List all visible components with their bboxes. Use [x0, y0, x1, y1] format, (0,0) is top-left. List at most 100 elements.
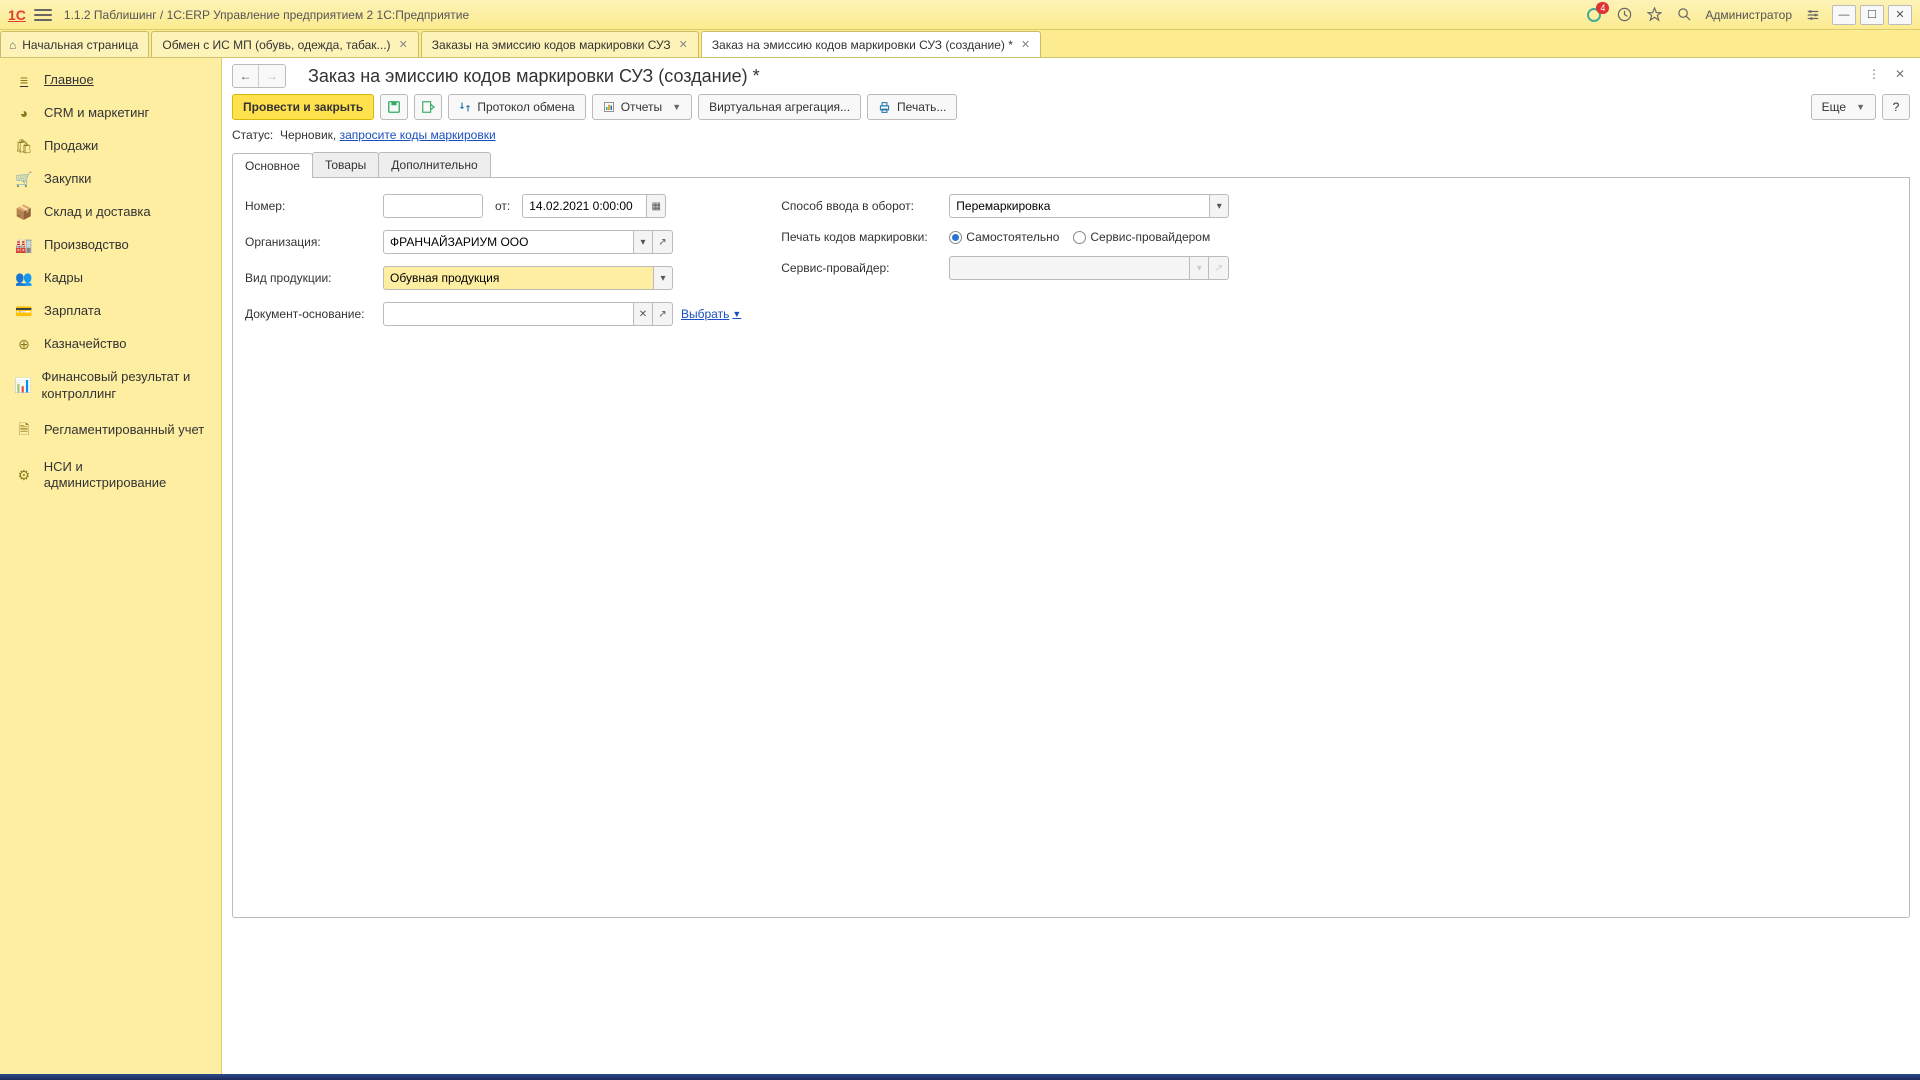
chevron-down-icon: ▼ [732, 309, 741, 319]
print-codes-radio-group: Самостоятельно Сервис-провайдером [949, 230, 1210, 244]
post-icon [421, 100, 435, 114]
sidebar-item-label: Главное [44, 72, 94, 89]
open-icon[interactable]: ↗ [653, 302, 673, 326]
toolbar: Провести и закрыть Протокол обмена Отчет… [232, 94, 1910, 120]
tab-close-icon[interactable]: ✕ [1021, 38, 1030, 51]
tab-close-icon[interactable]: ✕ [399, 38, 408, 51]
star-icon[interactable] [1643, 4, 1665, 26]
tab-close-icon[interactable]: ✕ [679, 38, 688, 51]
history-icon[interactable] [1613, 4, 1635, 26]
main-menu-icon[interactable] [34, 6, 52, 24]
product-type-label: Вид продукции: [245, 271, 375, 285]
tab-order-create[interactable]: Заказ на эмиссию кодов маркировки СУЗ (с… [701, 31, 1041, 57]
open-icon[interactable]: ↗ [653, 230, 673, 254]
sidebar-item-purchases[interactable]: 🛒 Закупки [0, 163, 221, 196]
product-type-input[interactable] [383, 266, 653, 290]
sidebar-item-main[interactable]: ≡ Главное [0, 64, 221, 97]
button-label: Протокол обмена [477, 100, 574, 114]
product-type-field: ▾ [383, 266, 673, 290]
dropdown-icon: ▾ [1189, 256, 1209, 280]
tab-label: Заказ на эмиссию кодов маркировки СУЗ (с… [712, 38, 1013, 52]
tab-orders-list[interactable]: Заказы на эмиссию кодов маркировки СУЗ ✕ [421, 31, 699, 57]
report-icon [603, 101, 615, 113]
sidebar-item-nsi[interactable]: ⚙ НСИ и администрирование [0, 451, 221, 501]
calendar-icon[interactable]: ▦ [646, 194, 666, 218]
list-icon: ≡ [14, 72, 34, 88]
formtab-extra[interactable]: Дополнительно [378, 152, 490, 177]
status-label: Статус: [232, 128, 273, 142]
factory-icon: 🏭 [14, 237, 34, 254]
sidebar-item-production[interactable]: 🏭Производство [0, 229, 221, 262]
date-field: ▦ [522, 194, 666, 218]
tab-label: Обмен с ИС МП (обувь, одежда, табак...) [162, 38, 390, 52]
post-button[interactable] [414, 94, 442, 120]
post-close-button[interactable]: Провести и закрыть [232, 94, 374, 120]
gear-icon: ⚙ [14, 467, 34, 484]
formtab-goods[interactable]: Товары [312, 152, 379, 177]
more-button[interactable]: Еще ▼ [1811, 94, 1876, 120]
nav-back-button[interactable]: ← [233, 65, 259, 87]
sidebar-item-hr[interactable]: 👥Кадры [0, 262, 221, 295]
sidebar-item-label: Закупки [44, 171, 91, 188]
sidebar-item-crm[interactable]: ◕CRM и маркетинг [0, 97, 221, 130]
tab-label: Начальная страница [22, 38, 138, 52]
sidebar-item-label: НСИ и администрирование [44, 459, 207, 493]
cart-icon: 🛒 [14, 171, 34, 188]
virtual-aggregation-button[interactable]: Виртуальная агрегация... [698, 94, 861, 120]
dropdown-icon[interactable]: ▾ [653, 266, 673, 290]
print-codes-label: Печать кодов маркировки: [781, 230, 941, 244]
current-user[interactable]: Администратор [1705, 8, 1792, 22]
sidebar-item-finance[interactable]: 📊Финансовый результат и контроллинг [0, 361, 221, 411]
radio-self[interactable]: Самостоятельно [949, 230, 1059, 244]
basis-label: Документ-основание: [245, 307, 375, 321]
radio-provider[interactable]: Сервис-провайдером [1073, 230, 1210, 244]
open-icon: ↗ [1209, 256, 1229, 280]
sidebar-item-salary[interactable]: 💳Зарплата [0, 295, 221, 328]
os-taskbar [0, 1074, 1920, 1080]
service-provider-field: ▾ ↗ [949, 256, 1229, 280]
date-input[interactable] [522, 194, 646, 218]
logo-1c: 1C [8, 7, 26, 23]
notifications-icon[interactable]: 4 [1583, 4, 1605, 26]
request-codes-link[interactable]: запросите коды маркировки [340, 128, 496, 142]
more-menu-icon[interactable]: ⋮ [1864, 64, 1884, 84]
dropdown-icon[interactable]: ▾ [1209, 194, 1229, 218]
select-basis-link[interactable]: Выбрать ▼ [681, 307, 741, 321]
sidebar: ≡ Главное ◕CRM и маркетинг 🛍Продажи 🛒 Заку… [0, 58, 222, 1080]
chevron-down-icon: ▼ [1856, 102, 1865, 112]
entry-method-input[interactable] [949, 194, 1209, 218]
tab-exchange[interactable]: Обмен с ИС МП (обувь, одежда, табак...) … [151, 31, 418, 57]
organization-input[interactable] [383, 230, 633, 254]
number-input[interactable] [383, 194, 483, 218]
exchange-icon [459, 101, 471, 113]
tab-home[interactable]: ⌂ Начальная страница [0, 31, 149, 57]
save-icon [387, 100, 401, 114]
sidebar-item-accounting[interactable]: 🗎Регламентированный учет [0, 411, 221, 451]
sidebar-item-sales[interactable]: 🛍Продажи [0, 130, 221, 163]
basis-input[interactable] [383, 302, 633, 326]
document-tabs: ⌂ Начальная страница Обмен с ИС МП (обув… [0, 30, 1920, 58]
formtab-main[interactable]: Основное [232, 153, 313, 178]
close-window-button[interactable]: ✕ [1888, 5, 1912, 25]
search-icon[interactable] [1673, 4, 1695, 26]
clear-icon[interactable]: ✕ [633, 302, 653, 326]
organization-field: ▾ ↗ [383, 230, 673, 254]
maximize-button[interactable]: ☐ [1860, 5, 1884, 25]
nav-forward-button[interactable]: → [259, 65, 285, 87]
print-button[interactable]: Печать... [867, 94, 957, 120]
reports-button[interactable]: Отчеты ▼ [592, 94, 692, 120]
form-tabs: Основное Товары Дополнительно [232, 152, 1910, 178]
protocol-button[interactable]: Протокол обмена [448, 94, 585, 120]
radio-dot-icon [949, 231, 962, 244]
dropdown-icon[interactable]: ▾ [633, 230, 653, 254]
sidebar-item-treasury[interactable]: ⊕Казначейство [0, 328, 221, 361]
minimize-button[interactable]: — [1832, 5, 1856, 25]
sidebar-item-warehouse[interactable]: 📦Склад и доставка [0, 196, 221, 229]
link-label: Выбрать [681, 307, 729, 321]
bag-icon: 🛍 [14, 138, 34, 155]
settings-icon[interactable] [1802, 4, 1824, 26]
close-form-icon[interactable]: ✕ [1890, 64, 1910, 84]
sidebar-item-label: Казначейство [44, 336, 126, 353]
help-button[interactable]: ? [1882, 94, 1910, 120]
save-button[interactable] [380, 94, 408, 120]
